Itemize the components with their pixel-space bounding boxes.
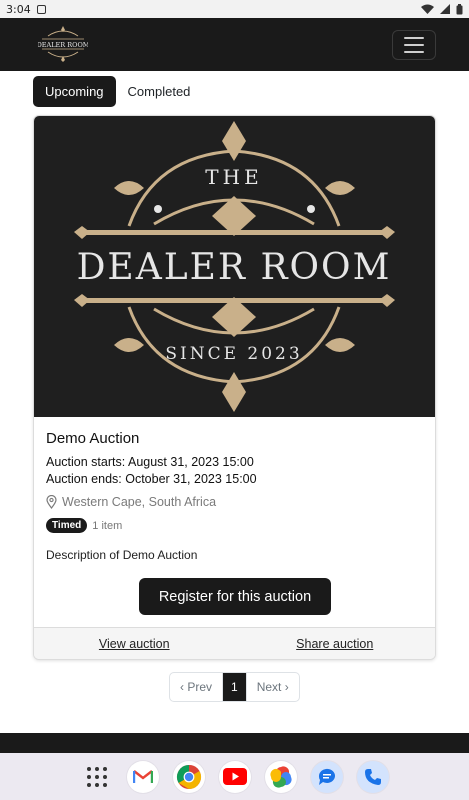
youtube-icon[interactable] [218,760,251,793]
card-footer: View auction Share auction [34,627,436,659]
auction-image[interactable]: THE DEALER ROOM SINCE 2023 [34,116,435,417]
auction-location: Western Cape, South Africa [46,495,216,509]
auction-description: Description of Demo Auction [46,548,198,562]
logo-text: DEALER ROOM [38,41,88,49]
signal-icon [440,4,450,14]
view-auction-link[interactable]: View auction [34,637,235,651]
image-title-main: DEALER ROOM [77,247,392,288]
top-navbar: DEALER ROOM [0,18,469,71]
auction-meta: Timed 1 item [46,518,122,533]
tab-completed[interactable]: Completed [116,76,203,107]
status-time: 3:04 [6,2,31,16]
hamburger-line [404,37,424,39]
menu-toggle-button[interactable] [392,30,436,60]
photos-icon[interactable] [264,760,297,793]
tab-upcoming[interactable]: Upcoming [33,76,116,107]
notification-icon [36,4,46,14]
chrome-icon[interactable] [172,760,205,793]
wifi-icon [421,4,434,14]
gmail-icon[interactable] [126,760,159,793]
image-title-top: THE [205,165,262,189]
pagination: ‹ Prev 1 Next › [169,672,300,702]
location-pin-icon [46,495,57,509]
hamburger-line [404,51,424,53]
auction-card: THE DEALER ROOM SINCE 2023 Demo Auction … [33,115,436,660]
item-count: 1 item [92,519,123,532]
phone-icon[interactable] [356,760,389,793]
app-drawer-icon[interactable] [81,761,113,793]
pagination-next[interactable]: Next › [245,673,299,701]
page-footer [0,733,469,753]
location-text: Western Cape, South Africa [62,495,217,509]
battery-icon [456,3,463,14]
auction-end-date: Auction ends: October 31, 2023 15:00 [46,472,257,486]
pagination-page-1[interactable]: 1 [223,673,246,701]
auction-type-badge: Timed [46,518,88,533]
hamburger-line [404,44,424,46]
image-title-bottom: SINCE 2023 [165,344,302,364]
app-dock [0,753,469,800]
messages-icon[interactable] [310,760,343,793]
share-auction-link[interactable]: Share auction [235,637,436,651]
auction-start-date: Auction starts: August 31, 2023 15:00 [46,455,254,469]
auction-title: Demo Auction [46,430,140,447]
status-bar: 3:04 [0,0,469,18]
dealer-room-logo[interactable]: DEALER ROOM [38,24,88,64]
auction-tabs: Upcoming Completed [33,76,202,107]
pagination-prev[interactable]: ‹ Prev [170,673,224,701]
register-auction-button[interactable]: Register for this auction [139,578,331,615]
